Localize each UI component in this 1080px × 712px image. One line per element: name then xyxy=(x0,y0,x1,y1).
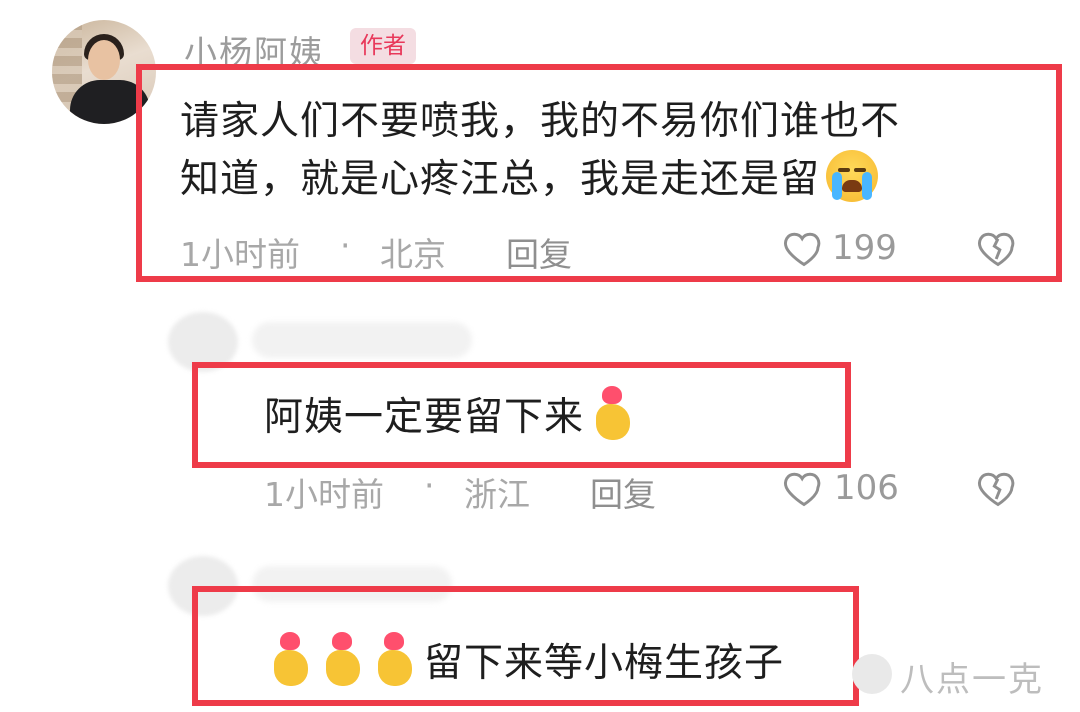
reply-1-text: 阿姨一定要留下来 xyxy=(264,386,636,448)
meta-separator: · xyxy=(340,226,351,265)
heart-hands-icon xyxy=(592,386,636,442)
reply-button[interactable]: 回复 xyxy=(506,228,572,276)
author-badge: 作者 xyxy=(350,28,416,64)
dislike-broken-heart-icon[interactable] xyxy=(976,226,1020,270)
crying-face-icon xyxy=(826,150,879,202)
reply-1-time: 1小时前 xyxy=(264,475,384,514)
like-heart-icon[interactable] xyxy=(782,226,826,270)
heart-hands-icon xyxy=(270,632,314,688)
comment-time: 1小时前 xyxy=(180,235,300,274)
dislike-broken-heart-icon[interactable] xyxy=(976,466,1020,510)
comment-location: 北京 xyxy=(380,235,446,274)
like-count: 199 xyxy=(832,228,897,268)
like-heart-icon[interactable] xyxy=(782,466,826,510)
heart-hands-icon xyxy=(322,632,366,688)
watermark-logo-icon xyxy=(852,654,892,694)
comment-text-line-2: 知道，就是心疼汪总，我是走还是留 xyxy=(180,150,879,210)
comment-text-line-1: 请家人们不要喷我，我的不易你们谁也不 xyxy=(180,99,901,144)
meta-separator: · xyxy=(424,466,435,505)
watermark-text: 八点一克 xyxy=(900,660,1044,700)
reply-1-username[interactable] xyxy=(252,322,472,358)
reply-2-text: 留下来等小梅生孩子 xyxy=(270,632,784,694)
reply-1-like-count: 106 xyxy=(834,468,899,508)
reply-1-reply-button[interactable]: 回复 xyxy=(590,468,656,516)
heart-hands-icon xyxy=(374,632,418,688)
reply-1-location: 浙江 xyxy=(464,475,530,514)
